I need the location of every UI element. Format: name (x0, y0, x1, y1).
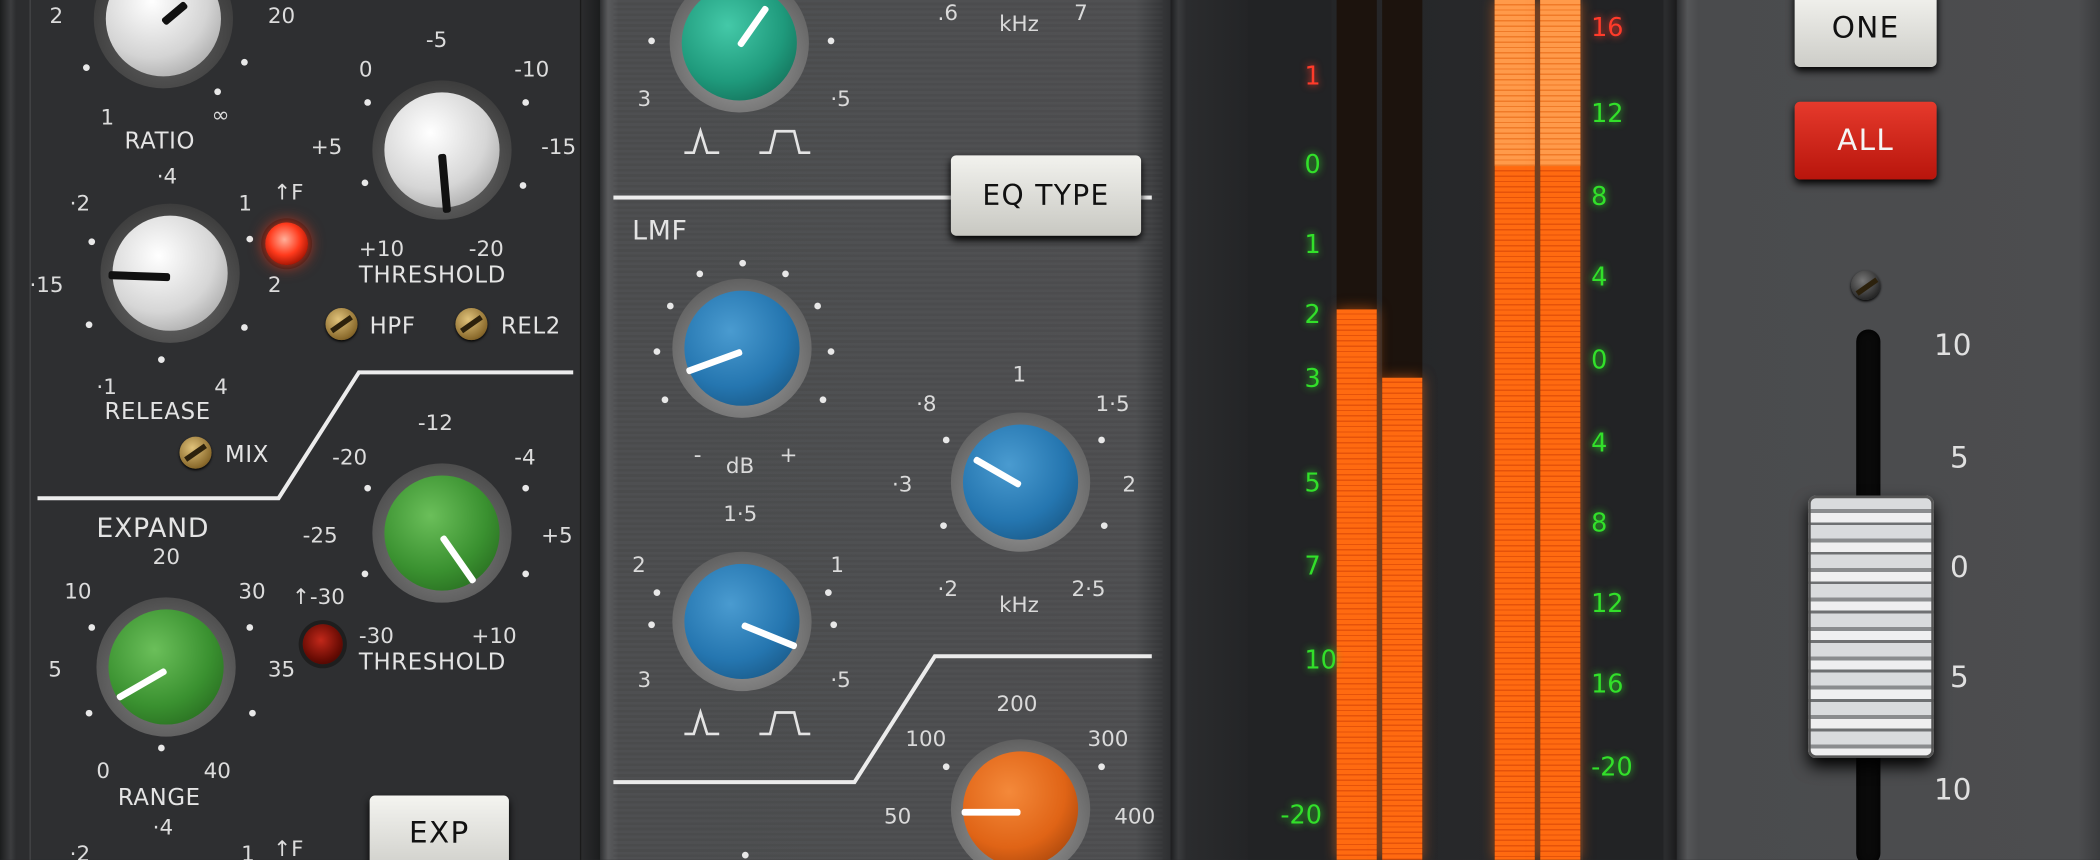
fader-panel: ONE ALL 10 5 0 5 10 (1676, 0, 2100, 860)
bottom-tick: ·2 (69, 841, 91, 860)
fader-scale-label: 10 (1933, 329, 1972, 363)
expand-threshold-tick: -4 (514, 444, 536, 471)
expand-threshold-tick: -12 (417, 409, 453, 436)
range-tick: 35 (267, 656, 296, 682)
lf-freq-tick: 200 (996, 691, 1038, 717)
tick-dot (246, 624, 254, 631)
panel-screw-icon (1850, 270, 1881, 301)
meter-bar (1336, 309, 1377, 860)
meter-scale-left-strip (1248, 0, 1332, 860)
expand-threshold-tick: +10 (471, 622, 517, 649)
lf-freq-tick: 100 (905, 725, 947, 752)
meter-scale-label: 12 (1591, 99, 1624, 129)
bottom-tick: 1 (241, 841, 255, 860)
tick-dot (361, 570, 369, 578)
meter-scale-label: 12 (1591, 589, 1624, 619)
meter-scale-label: 8 (1591, 508, 1608, 539)
meter-scale-label: -20 (1591, 752, 1633, 783)
range-tick: 0 (96, 758, 111, 784)
fader-scale-label: 5 (1950, 661, 1969, 696)
tick-dot (741, 851, 749, 859)
bottom-tick: ↑F (273, 835, 304, 860)
meter-peak-segment (1540, 0, 1581, 167)
range-tick: 20 (152, 543, 180, 570)
tick-dot (158, 744, 165, 752)
all-button[interactable]: ALL (1794, 101, 1937, 180)
tick-dot (522, 484, 530, 492)
meter-scale-label: 0 (1591, 345, 1608, 376)
tick-dot (1098, 763, 1105, 771)
fader-scale-label: 0 (1950, 551, 1969, 586)
meter-scale-label: 16 (1591, 669, 1624, 700)
tick-dot (522, 570, 530, 578)
meter-scale-label: 4 (1591, 428, 1608, 459)
meter-scale-label: 2 (1304, 300, 1321, 330)
eq-panel: 3 ·5 .6 7 kHz EQ TYPE LMF - dB + 1 ·8 1·… (600, 0, 1171, 860)
range-tick: 40 (203, 758, 231, 784)
expand-label: EXPAND (96, 511, 210, 544)
meter-scale-label: -20 (1280, 800, 1322, 831)
bottom-tick: ·4 (152, 814, 174, 840)
lf-freq-tick: 300 (1087, 725, 1129, 752)
meter-scale-label: 0 (1304, 150, 1321, 180)
expand-led-label: ↑-30 (291, 583, 345, 610)
tick-dot (364, 484, 371, 492)
meter-scale-label: 8 (1591, 182, 1608, 212)
meter-panel: 1 0 1 2 3 5 7 10 -20 16 12 8 4 0 4 8 12 16 -20 (1170, 0, 1677, 860)
fader-scale-label: 10 (1933, 774, 1972, 808)
range-tick: 30 (238, 578, 266, 605)
tick-dot (88, 624, 96, 631)
expand-threshold-label: THRESHOLD (358, 649, 506, 677)
fader-scale-label: 5 (1950, 441, 1969, 476)
meter-scale-label: 1 (1304, 230, 1321, 260)
meter-scale-label: 7 (1304, 551, 1321, 582)
meter-peak-segment (1494, 0, 1535, 167)
meter-scale-label: 16 (1591, 13, 1624, 43)
meter-bar (1382, 377, 1423, 860)
expand-threshold-tick: +5 (541, 522, 573, 548)
range-tick: 10 (64, 578, 92, 605)
expand-threshold-tick: -30 (358, 622, 394, 649)
section-divider (613, 654, 1152, 785)
lf-freq-tick: 50 (883, 803, 912, 830)
exp-button[interactable]: EXP (369, 795, 509, 860)
dynamics-panel: 2 20 1 ∞ RATIO ·4 ·2 1 ·15 2 ·1 4 RELEAS… (0, 0, 601, 860)
meter-scale-label: 3 (1304, 364, 1321, 394)
meter-scale-label: 10 (1304, 645, 1337, 676)
lf-freq-tick: 400 (1114, 803, 1156, 830)
meter-scale-label: 4 (1591, 262, 1608, 292)
range-tick: 5 (48, 656, 62, 682)
expand-led (302, 624, 343, 665)
tick-dot (249, 709, 256, 717)
range-knob[interactable] (96, 597, 236, 737)
fader-cap[interactable] (1808, 495, 1934, 759)
tick-dot (942, 763, 950, 771)
one-button[interactable]: ONE (1794, 0, 1937, 67)
expand-threshold-tick: -20 (332, 444, 368, 471)
meter-scale-label: 1 (1304, 61, 1321, 92)
tick-dot (85, 709, 93, 717)
expand-threshold-knob[interactable] (372, 463, 512, 603)
expand-threshold-tick: -25 (302, 522, 338, 548)
meter-scale-label: 5 (1304, 468, 1321, 499)
range-label: RANGE (117, 784, 201, 812)
section-divider (37, 370, 574, 501)
